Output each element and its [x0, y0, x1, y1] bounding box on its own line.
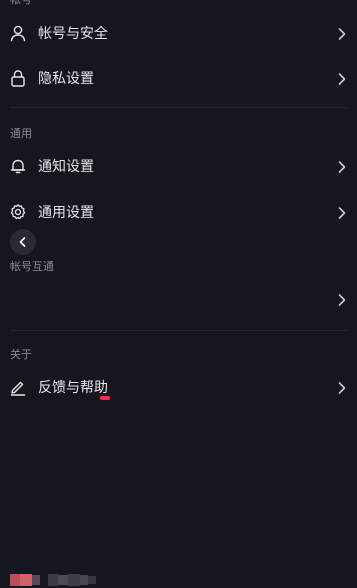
privacy-settings-row[interactable]: 隐私设置 — [0, 60, 357, 98]
lock-icon — [11, 70, 25, 87]
general-settings-label: 通用设置 — [38, 205, 94, 221]
account-security-label: 帐号与安全 — [38, 26, 108, 42]
settings-page: 帐号 帐号与安全 隐私设置 通用 通知设置 — [0, 0, 357, 586]
notification-settings-row[interactable]: 通知设置 — [0, 148, 357, 186]
section-title-account: 帐号 — [10, 0, 32, 7]
divider — [10, 107, 347, 108]
account-security-row[interactable]: 帐号与安全 — [0, 15, 357, 53]
chevron-left-icon — [19, 237, 26, 247]
chevron-right-icon — [338, 207, 346, 219]
feedback-help-label: 反馈与帮助 — [38, 380, 108, 396]
blurred-account-info — [8, 572, 98, 588]
linked-account-row[interactable] — [0, 281, 357, 586]
divider — [10, 330, 347, 331]
chevron-right-icon — [338, 28, 346, 40]
user-icon — [10, 25, 26, 42]
section-title-about: 关于 — [10, 348, 32, 361]
privacy-settings-label: 隐私设置 — [38, 71, 94, 87]
notification-settings-label: 通知设置 — [38, 159, 94, 175]
notification-badge — [100, 396, 110, 400]
feedback-help-row[interactable]: 反馈与帮助 — [0, 369, 357, 407]
back-button[interactable] — [10, 229, 36, 255]
chevron-right-icon — [338, 294, 346, 306]
section-title-account-interop: 帐号互通 — [10, 260, 54, 273]
general-settings-row[interactable]: 通用设置 — [0, 194, 357, 232]
bell-icon — [10, 159, 26, 174]
gear-icon — [10, 204, 26, 220]
edit-pencil-icon — [10, 381, 26, 396]
chevron-right-icon — [338, 73, 346, 85]
section-title-general: 通用 — [10, 127, 32, 140]
chevron-right-icon — [338, 382, 346, 394]
chevron-right-icon — [338, 161, 346, 173]
